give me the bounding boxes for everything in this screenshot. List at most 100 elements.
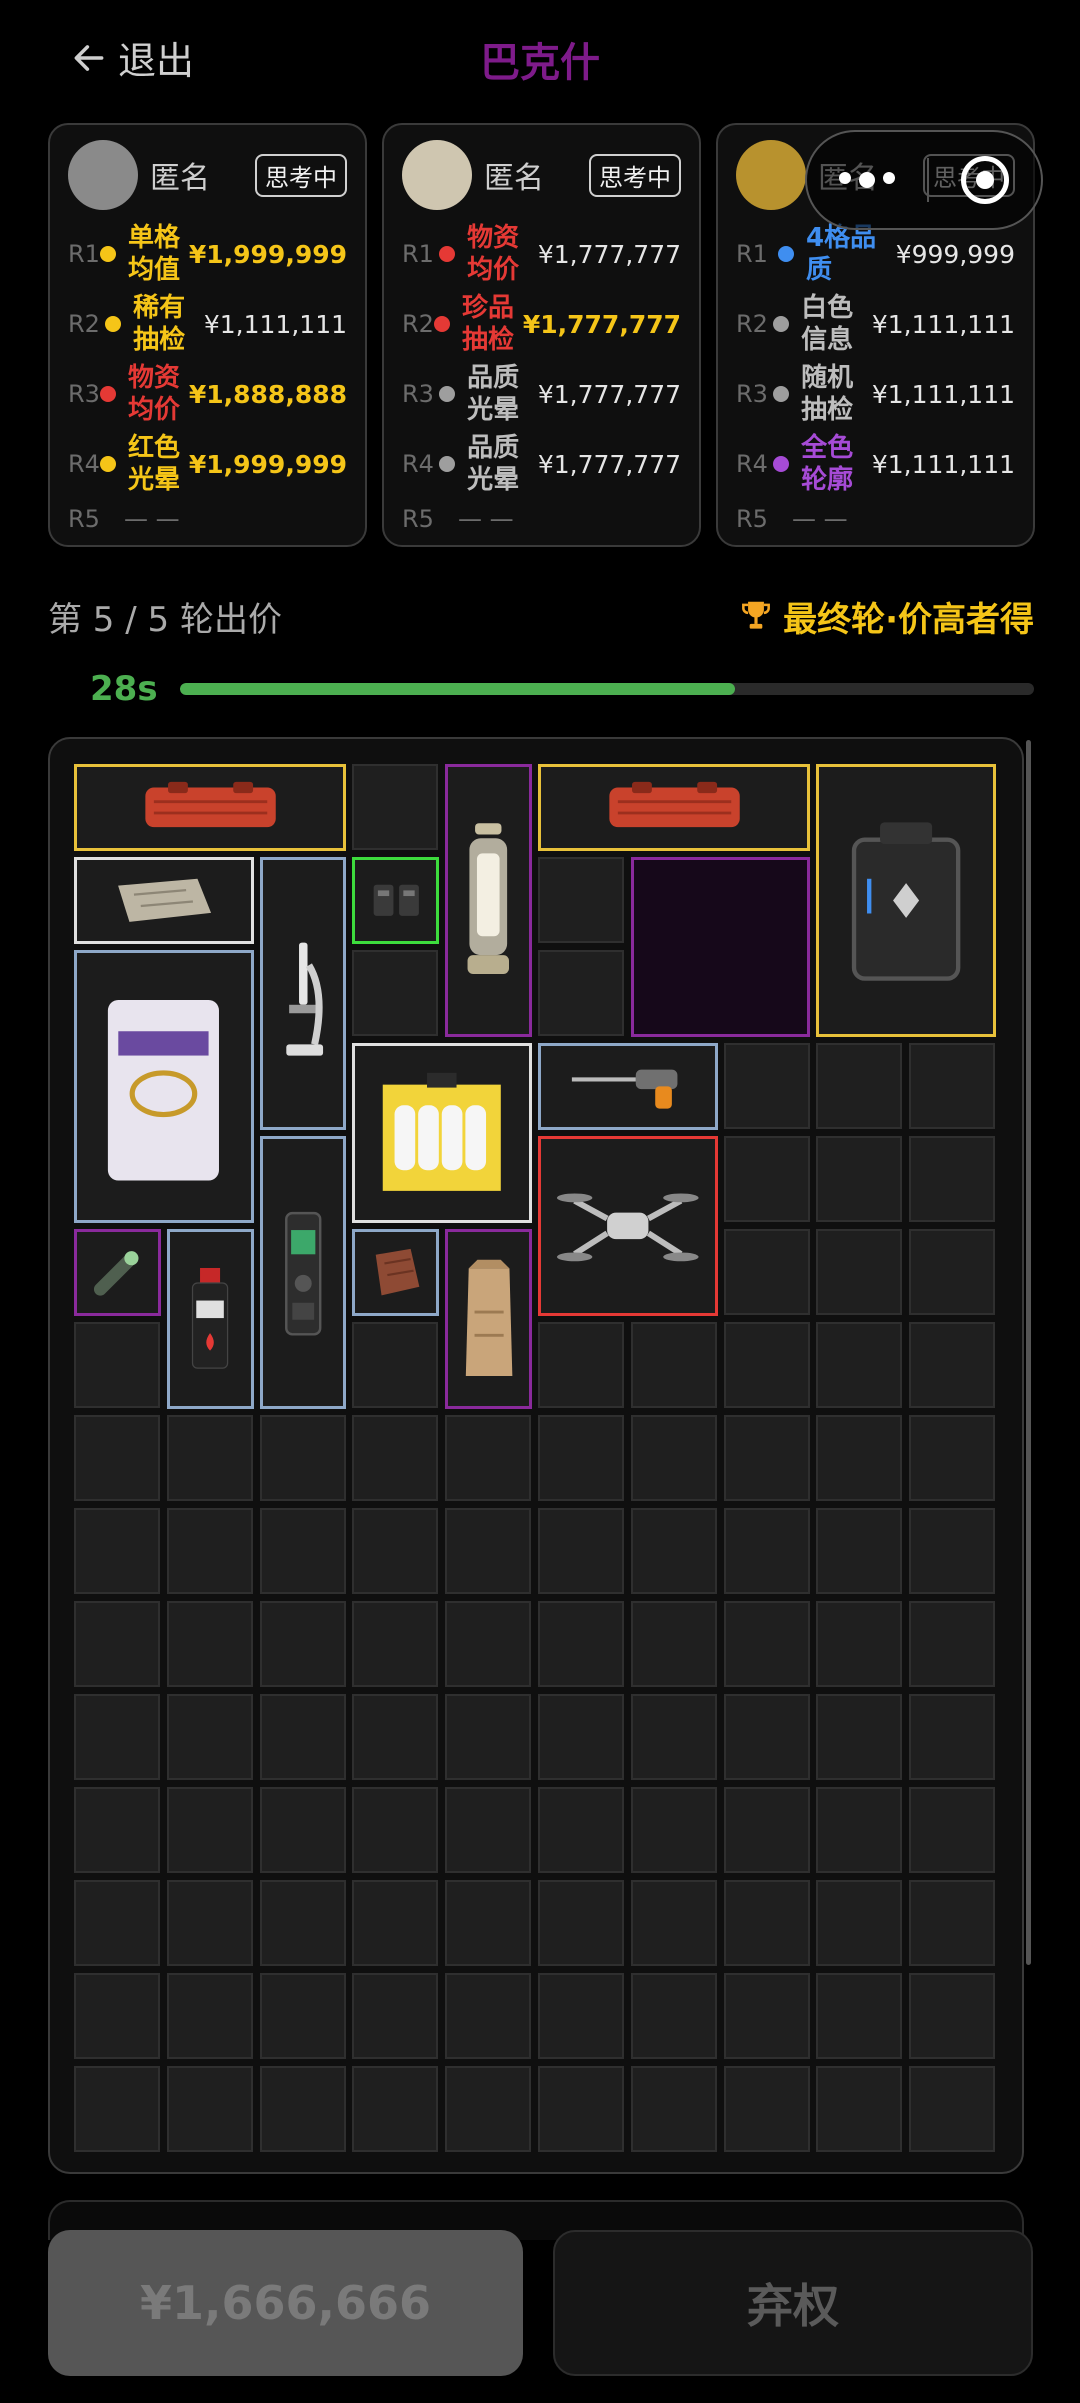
paper-bag-item[interactable] <box>445 1229 532 1409</box>
drill-item[interactable] <box>538 1043 718 1130</box>
grid-cell[interactable] <box>166 1601 253 1687</box>
recorder-item[interactable] <box>259 1136 347 1409</box>
grid-cell[interactable] <box>74 1508 160 1594</box>
grid-cell[interactable] <box>445 1415 532 1501</box>
grid-cell[interactable] <box>909 1508 996 1594</box>
grid-cell[interactable] <box>723 1322 810 1408</box>
grid-cell[interactable] <box>259 1601 346 1687</box>
grid-cell[interactable] <box>816 1415 903 1501</box>
grid-cell[interactable] <box>538 857 624 943</box>
grid-cell[interactable] <box>259 1508 346 1594</box>
cloth-item[interactable] <box>74 857 254 944</box>
grid-cell[interactable] <box>74 1601 160 1687</box>
grid-cell[interactable] <box>166 1415 253 1501</box>
grid-cell[interactable] <box>630 1322 717 1408</box>
grid-cell[interactable] <box>352 1973 439 2059</box>
grid-cell[interactable] <box>723 1229 810 1315</box>
lantern-item[interactable] <box>445 764 532 1037</box>
grid-cell[interactable] <box>723 1880 810 1966</box>
grid-cell[interactable] <box>166 1973 253 2059</box>
grid-cell[interactable] <box>816 1136 903 1222</box>
grid-cell[interactable] <box>909 1322 996 1408</box>
grid-cell[interactable] <box>74 1694 160 1780</box>
grid-cell[interactable] <box>538 1415 624 1501</box>
orange-case-2-item[interactable] <box>538 764 811 851</box>
grid-cell[interactable] <box>352 2066 439 2152</box>
grid-cell[interactable] <box>816 2066 903 2152</box>
empty-purple-slot-item[interactable] <box>630 857 811 1037</box>
grid-cell[interactable] <box>816 1601 903 1687</box>
grid-cell[interactable] <box>816 1694 903 1780</box>
grid-cell[interactable] <box>352 1694 439 1780</box>
grid-cell[interactable] <box>74 1787 160 1873</box>
grid-cell[interactable] <box>445 2066 532 2152</box>
grid-cell[interactable] <box>909 1601 996 1687</box>
grid-cell[interactable] <box>259 1415 346 1501</box>
grid-cell[interactable] <box>259 1694 346 1780</box>
grid-cell[interactable] <box>166 2066 253 2152</box>
grid-cell[interactable] <box>352 1601 439 1687</box>
grid-cell[interactable] <box>74 1415 160 1501</box>
grid-cell[interactable] <box>816 1880 903 1966</box>
black-crate-item[interactable] <box>816 764 996 1037</box>
grid-cell[interactable] <box>909 1694 996 1780</box>
grid-cell[interactable] <box>816 1043 903 1129</box>
grid-cell[interactable] <box>538 1880 624 1966</box>
grid-cell[interactable] <box>630 1787 717 1873</box>
grid-cell[interactable] <box>74 2066 160 2152</box>
grid-cell[interactable] <box>538 2066 624 2152</box>
grid-cell[interactable] <box>74 1973 160 2059</box>
battery-item[interactable] <box>352 857 440 944</box>
cement-bag-item[interactable] <box>74 950 254 1223</box>
grid-cell[interactable] <box>630 1415 717 1501</box>
grid-cell[interactable] <box>909 1043 996 1129</box>
grid-cell[interactable] <box>723 1415 810 1501</box>
grid-cell[interactable] <box>445 1694 532 1780</box>
flashlight-item[interactable] <box>74 1229 161 1316</box>
grid-cell[interactable] <box>445 1880 532 1966</box>
grid-cell[interactable] <box>352 1880 439 1966</box>
grid-cell[interactable] <box>352 764 439 850</box>
grid-cell[interactable] <box>909 1973 996 2059</box>
grid-cell[interactable] <box>445 1508 532 1594</box>
grid-cell[interactable] <box>166 1787 253 1873</box>
inventory-scrollbar[interactable] <box>1026 740 1031 1965</box>
grid-cell[interactable] <box>445 1601 532 1687</box>
grid-cell[interactable] <box>538 1322 624 1408</box>
grid-cell[interactable] <box>630 1601 717 1687</box>
grid-cell[interactable] <box>538 1973 624 2059</box>
grid-cell[interactable] <box>909 1880 996 1966</box>
grid-cell[interactable] <box>352 1415 439 1501</box>
grid-cell[interactable] <box>259 1973 346 2059</box>
grid-cell[interactable] <box>538 1787 624 1873</box>
grid-cell[interactable] <box>166 1694 253 1780</box>
grid-cell[interactable] <box>816 1229 903 1315</box>
grid-cell[interactable] <box>166 1508 253 1594</box>
microscope-item[interactable] <box>259 857 347 1130</box>
grid-cell[interactable] <box>352 1787 439 1873</box>
grid-cell[interactable] <box>909 1229 996 1315</box>
grid-cell[interactable] <box>723 1601 810 1687</box>
bottle-item[interactable] <box>166 1229 254 1409</box>
grid-cell[interactable] <box>538 1694 624 1780</box>
more-menu-icon[interactable] <box>807 172 927 188</box>
grid-cell[interactable] <box>723 1043 810 1129</box>
drone-item[interactable] <box>538 1136 718 1316</box>
close-target-icon[interactable] <box>929 156 1041 204</box>
grid-cell[interactable] <box>630 1508 717 1594</box>
grid-cell[interactable] <box>259 1880 346 1966</box>
grid-cell[interactable] <box>816 1322 903 1408</box>
orange-case-item[interactable] <box>74 764 347 851</box>
grid-cell[interactable] <box>445 1787 532 1873</box>
grid-cell[interactable] <box>259 2066 346 2152</box>
grid-cell[interactable] <box>352 1322 439 1408</box>
grid-cell[interactable] <box>538 1601 624 1687</box>
grid-cell[interactable] <box>630 2066 717 2152</box>
grid-cell[interactable] <box>816 1508 903 1594</box>
grid-cell[interactable] <box>630 1880 717 1966</box>
grid-cell[interactable] <box>909 2066 996 2152</box>
grid-cell[interactable] <box>352 1508 439 1594</box>
grid-cell[interactable] <box>74 1322 160 1408</box>
grid-cell[interactable] <box>445 1973 532 2059</box>
leather-item[interactable] <box>352 1229 440 1316</box>
